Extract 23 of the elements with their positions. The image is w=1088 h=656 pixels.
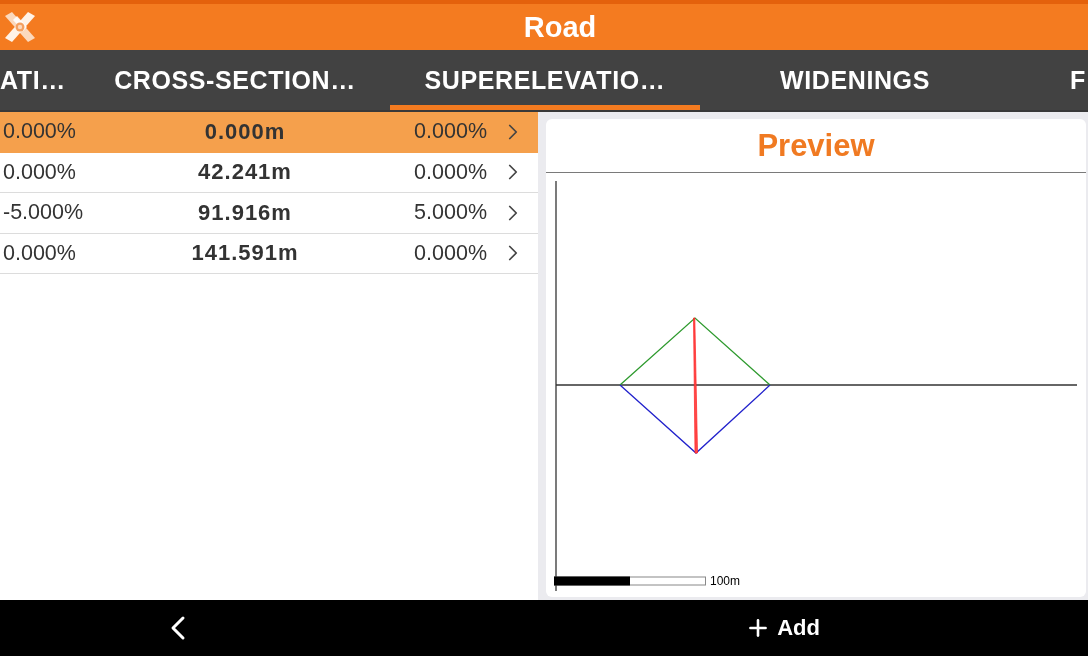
percentage-value: 0.000% [414, 159, 487, 185]
percentage-value: 0.000% [2, 240, 76, 266]
scale-label: 100m [710, 575, 741, 587]
tab[interactable]: ATI… [0, 50, 80, 110]
percentage-value: 0.000% [414, 240, 487, 266]
percentage-value: 0.000% [2, 159, 76, 185]
preview-title: Preview [757, 127, 875, 164]
distance-value: 91.916m [198, 199, 292, 226]
distance-value: 42.241m [198, 159, 292, 186]
logo-icon [3, 11, 37, 43]
tab[interactable]: WIDENINGS [700, 50, 1010, 110]
screen-title: Road [522, 10, 597, 44]
distance-value: 141.591m [191, 240, 299, 267]
distance-value: 0.000m [204, 118, 286, 145]
percentage-value: 0.000% [2, 119, 76, 145]
scale-bar-icon [554, 576, 706, 586]
percentage-value: 0.000% [414, 119, 487, 145]
percentage-value: -5.000% [2, 200, 84, 226]
list-row[interactable]: 0.000% 0.000m 0.000% [0, 112, 538, 153]
tab[interactable]: CROSS-SECTION… [80, 50, 390, 110]
add-button[interactable]: Add [743, 606, 822, 650]
percentage-value: 5.000% [414, 200, 487, 226]
tab[interactable]: F [1010, 50, 1088, 110]
